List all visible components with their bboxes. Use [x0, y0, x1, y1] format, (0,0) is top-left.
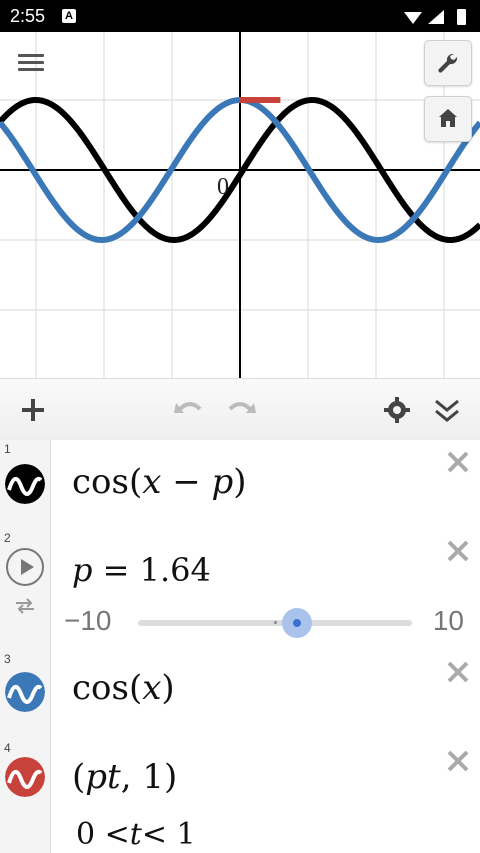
open-paren: ( — [128, 462, 143, 502]
slider-max[interactable]: 10 — [433, 605, 464, 637]
curve-color-icon[interactable] — [5, 464, 45, 504]
expression-row-2[interactable]: 2 p = 1.64 −10 10 — [0, 529, 480, 651]
close-icon[interactable] — [446, 450, 470, 474]
expression-index: 2 — [4, 531, 11, 545]
play-icon[interactable] — [5, 547, 45, 587]
home-icon — [439, 109, 457, 127]
menu-icon-bar — [18, 54, 44, 57]
var-x: x — [142, 668, 162, 708]
var-t: t — [129, 817, 142, 852]
expression-math[interactable]: cos(x − p) — [72, 462, 247, 502]
parametric-point[interactable]: (pt, 1) — [72, 757, 177, 797]
graph-plot — [0, 32, 480, 378]
expression-row-1[interactable]: 1 cos(x − p) — [0, 440, 480, 530]
redo-icon[interactable] — [222, 391, 260, 429]
slider-value: 1.64 — [139, 551, 211, 589]
expression-row-4[interactable]: 4 (pt, 1) 0 <t< 1 — [0, 739, 480, 853]
less-than: < — [141, 817, 177, 852]
status-bar: 2:55 A — [0, 0, 480, 32]
expression-gutter: 4 — [0, 739, 51, 853]
chevrons-down-icon[interactable] — [428, 391, 466, 429]
slider-handle[interactable] — [282, 608, 313, 638]
parametric-domain[interactable]: 0 <t< 1 — [76, 817, 196, 852]
func-name: cos — [72, 462, 129, 502]
loop-icon[interactable] — [13, 595, 37, 615]
battery-icon — [457, 9, 466, 25]
menu-icon-bar — [18, 61, 44, 64]
graph-canvas[interactable]: 0 — [0, 32, 480, 378]
y-value: 1 — [142, 757, 164, 797]
less-than: < — [95, 817, 130, 852]
menu-button[interactable] — [14, 50, 48, 80]
expression-list: 1 cos(x − p) 2 p = 1.64 −10 10 3 cos(x) … — [0, 440, 480, 853]
zoom-home-button[interactable] — [424, 96, 472, 142]
notification-icon: A — [62, 9, 76, 23]
menu-icon-bar — [18, 68, 44, 71]
var-x: x — [142, 462, 162, 502]
param-pt: pt — [85, 757, 121, 797]
expression-gutter: 3 — [0, 650, 51, 739]
var-p: p — [72, 551, 93, 589]
expression-math[interactable]: cos(x) — [72, 668, 175, 708]
close-paren: ) — [233, 462, 247, 502]
curve-color-icon[interactable] — [5, 672, 45, 712]
undo-icon[interactable] — [170, 391, 208, 429]
slider-zero-tick — [274, 621, 277, 624]
func-name: cos — [72, 668, 129, 708]
origin-label: 0 — [217, 174, 229, 200]
open-paren: ( — [128, 668, 143, 708]
close-paren: ) — [161, 668, 175, 708]
slider-min[interactable]: −10 — [64, 605, 112, 637]
close-paren: ) — [163, 757, 178, 797]
domain-lo: 0 — [76, 817, 96, 852]
expression-gutter: 2 — [0, 529, 51, 650]
curve-color-icon[interactable] — [5, 757, 45, 797]
separator: , — [120, 757, 143, 797]
wifi-icon — [404, 12, 422, 24]
expression-gutter: 1 — [0, 440, 51, 529]
expression-row-3[interactable]: 3 cos(x) — [0, 650, 480, 740]
expression-toolbar — [0, 378, 480, 442]
domain-hi: 1 — [176, 817, 196, 852]
minus-op: − — [161, 462, 212, 502]
expression-index: 4 — [4, 741, 11, 755]
var-p: p — [211, 462, 234, 502]
signal-icon — [428, 10, 444, 24]
expression-index: 1 — [4, 442, 11, 456]
status-time: 2:55 — [10, 6, 46, 26]
expression-index: 3 — [4, 652, 11, 666]
equals-sign: = — [92, 551, 140, 589]
close-icon[interactable] — [446, 660, 470, 684]
close-icon[interactable] — [446, 749, 470, 773]
slider-expression[interactable]: p = 1.64 — [72, 551, 211, 589]
plus-icon[interactable] — [14, 391, 52, 429]
slider[interactable]: −10 10 — [62, 601, 472, 641]
wrench-icon — [438, 53, 458, 73]
graph-settings-button[interactable] — [424, 40, 472, 86]
gear-icon[interactable] — [378, 391, 416, 429]
status-icons — [404, 9, 466, 25]
open-paren: ( — [72, 757, 86, 797]
close-icon[interactable] — [446, 539, 470, 563]
